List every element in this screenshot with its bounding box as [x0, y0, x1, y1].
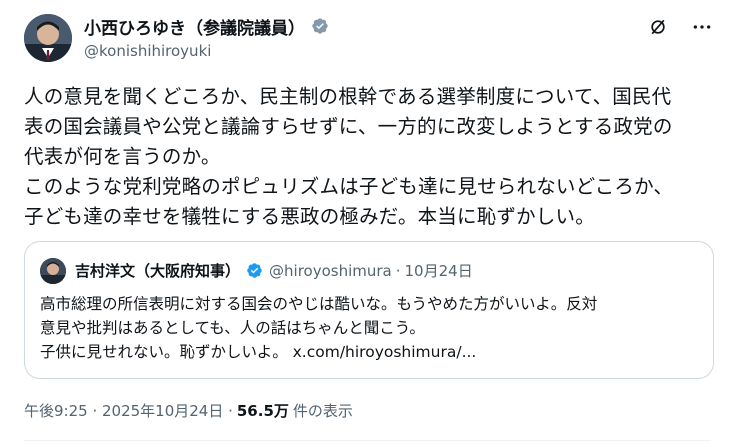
more-icon[interactable] [691, 16, 713, 38]
tweet: 小西ひろゆき（参議院議員） @konishihiroyuki 人の意見を聞くどこ… [0, 0, 735, 447]
quoted-date: 10月24日 [404, 262, 473, 280]
tweet-text: 人の意見を聞くどころか、民主制の根幹である選挙制度について、国民代 表の国会議員… [24, 85, 674, 228]
author-name[interactable]: 小西ひろゆき（参議院議員） [84, 14, 305, 39]
tweet-actions-top [647, 16, 713, 38]
grok-icon[interactable] [647, 16, 669, 38]
quoted-author-name: 吉村洋文（大阪府知事） [75, 262, 241, 280]
view-count: 56.5万 [236, 402, 289, 420]
view-count-label: 件の表示 [292, 402, 353, 420]
quoted-avatar [40, 258, 66, 284]
author-name-row: 小西ひろゆき（参議院議員） [84, 14, 329, 39]
verified-badge-icon [246, 262, 263, 279]
quoted-header: 吉村洋文（大阪府知事） @hiroyoshimura · 10月24日 [75, 260, 473, 281]
avatar[interactable] [24, 14, 72, 62]
quoted-text: 高市総理の所信表明に対する国会のやじは酷いな。もうやめた方がいいよ。反対 意見や… [40, 295, 598, 361]
divider [24, 440, 711, 441]
quoted-handle: @hiroyoshimura [269, 261, 392, 280]
verified-badge-icon [311, 17, 329, 35]
tweet-footer: 午後9:25 · 2025年10月24日 · 56.5万 件の表示 [24, 400, 353, 421]
quoted-tweet[interactable]: 吉村洋文（大阪府知事） @hiroyoshimura · 10月24日 高市総理… [24, 241, 714, 379]
author-handle[interactable]: @konishihiroyuki [84, 42, 211, 60]
timestamp[interactable]: 午後9:25 · 2025年10月24日 · [24, 400, 233, 421]
meta-separator: · [395, 261, 401, 280]
